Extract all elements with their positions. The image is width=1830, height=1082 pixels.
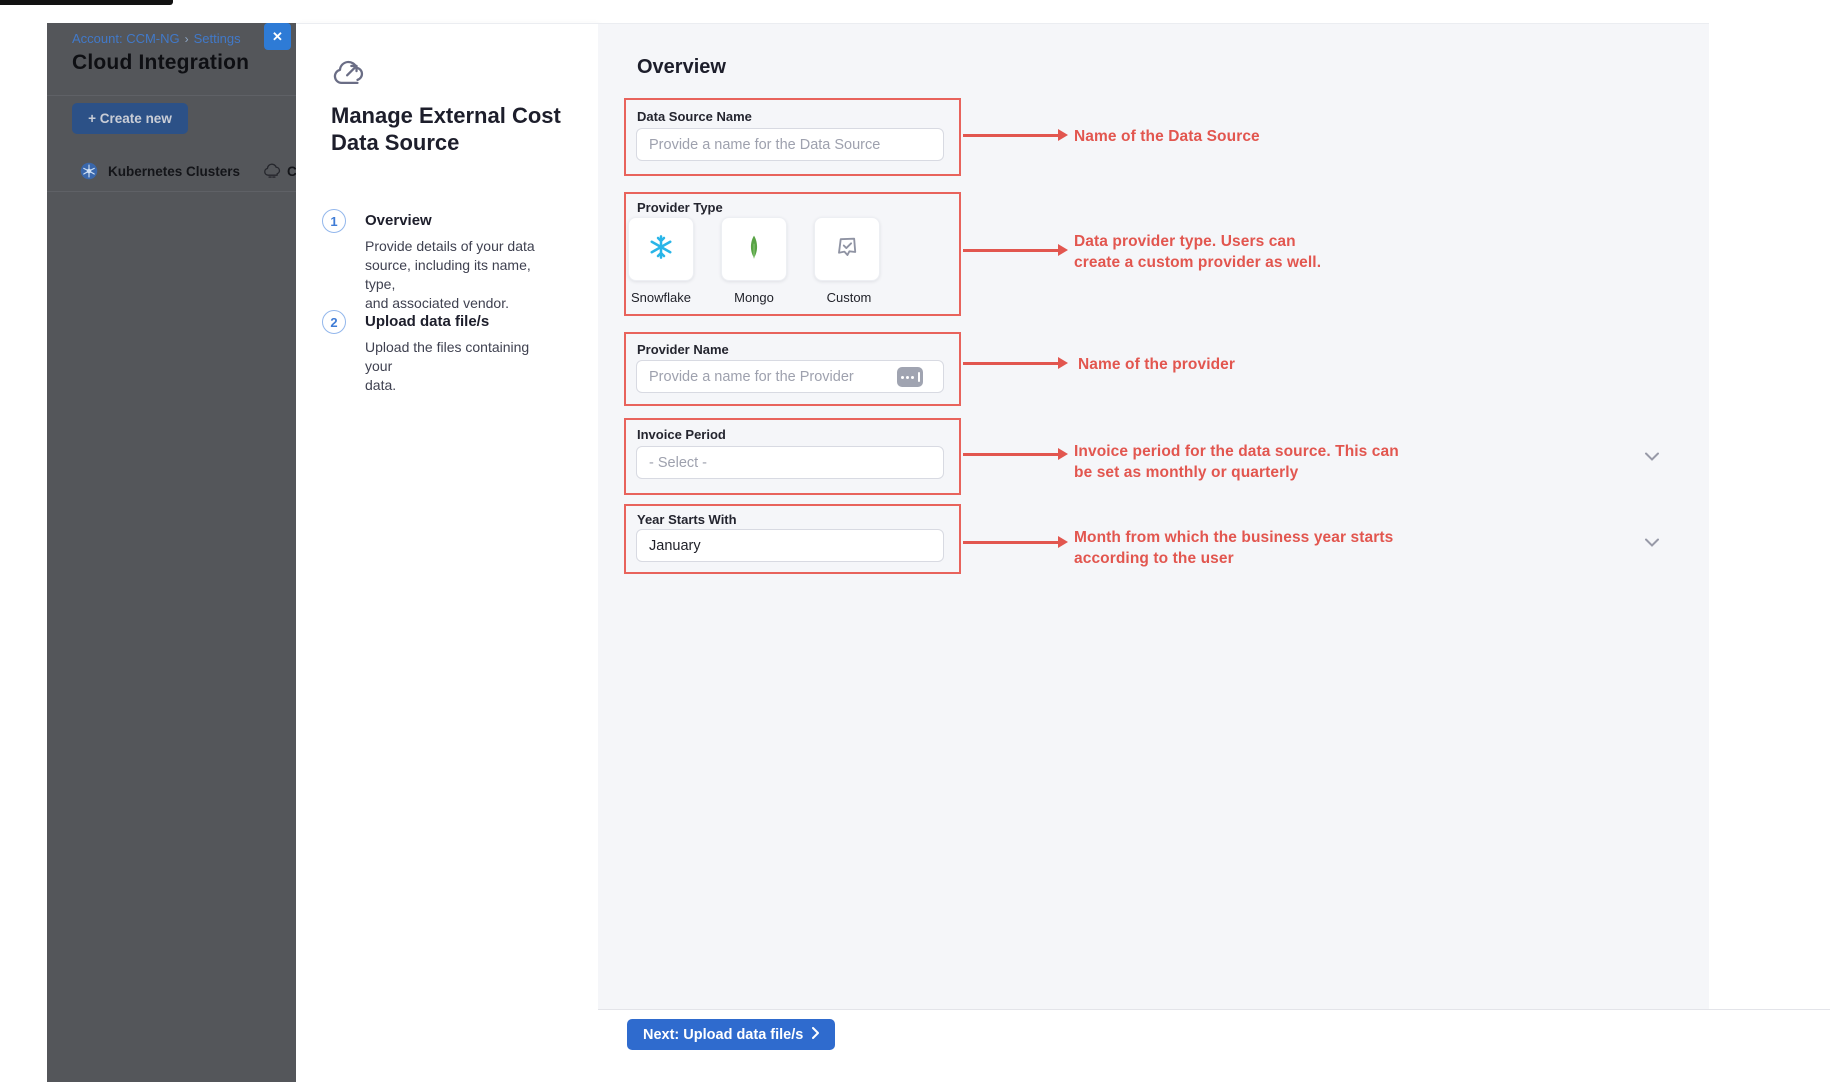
tab-kubernetes-clusters[interactable]: Kubernetes Clusters [47,152,296,190]
runtime-input-selector-icon[interactable] [897,367,923,387]
invoice-period-label: Invoice Period [637,427,726,442]
next-button-label: Next: Upload data file/s [643,1027,803,1043]
step-1-description: Provide details of your data source, inc… [365,237,555,313]
year-starts-with-label: Year Starts With [637,512,737,527]
kubernetes-icon [80,162,98,180]
annotation-arrow-year-starts-with [963,541,1059,544]
custom-template-icon [834,234,860,265]
snowflake-icon [646,232,676,267]
provider-card-mongo[interactable] [721,217,787,281]
provider-type-label: Provider Type [637,200,723,215]
annotation-text-invoice-period: Invoice period for the data source. This… [1074,441,1399,483]
provider-label-custom: Custom [816,290,882,305]
header-divider [47,95,296,96]
window-top-bar [0,0,173,5]
annotation-text-provider-name: Name of the provider [1078,354,1235,375]
tab-row-divider [47,191,296,192]
annotation-text-provider-type: Data provider type. Users can create a c… [1074,231,1321,273]
invoice-period-select[interactable]: - Select - [636,446,944,479]
invoice-period-chevron-down-icon[interactable] [1644,452,1660,461]
annotation-text-year-starts-with: Month from which the business year start… [1074,527,1393,569]
provider-label-snowflake: Snowflake [628,290,694,305]
cloud-upload-icon [330,57,368,94]
step-2-label[interactable]: Upload data file/s [365,313,489,330]
breadcrumb-settings-link[interactable]: Settings [194,31,241,46]
tab-cloud-accounts[interactable]: C [262,160,297,183]
provider-card-snowflake[interactable] [628,217,694,281]
wizard-title: Manage External Cost Data Source [331,102,571,156]
page-title: Cloud Integration [72,51,249,75]
provider-name-label: Provider Name [637,342,729,357]
provider-card-custom[interactable] [814,217,880,281]
cloud-icon [262,160,282,183]
data-source-name-label: Data Source Name [637,109,752,124]
step-1-indicator[interactable]: 1 [322,209,346,233]
year-starts-with-chevron-down-icon[interactable] [1644,538,1660,547]
chevron-right-icon [812,1027,819,1043]
step-1-label[interactable]: Overview [365,212,432,229]
step-2-description: Upload the files containing your data. [365,338,555,395]
data-source-name-input[interactable] [636,128,944,161]
step-2-indicator[interactable]: 2 [322,310,346,334]
annotation-arrow-provider-type [963,249,1059,252]
provider-type-cards [628,217,928,281]
wizard-left-panel [296,23,598,1082]
next-upload-data-button[interactable]: Next: Upload data file/s [627,1019,835,1050]
annotation-text-data-source-name: Name of the Data Source [1074,126,1260,147]
tab-kubernetes-label: Kubernetes Clusters [108,164,240,179]
breadcrumb-account-link[interactable]: Account: CCM-NG [72,31,180,46]
breadcrumb: Account: CCM-NG › Settings [72,31,241,46]
year-starts-with-select[interactable]: January [636,529,944,562]
page-right-margin [1709,23,1830,1009]
close-icon: ✕ [272,29,283,45]
content-heading: Overview [637,56,726,79]
screenshot-canvas: Account: CCM-NG › Settings Cloud Integrati… [0,0,1830,1082]
create-new-button[interactable]: + Create new [72,103,188,134]
annotation-arrow-provider-name [963,362,1059,365]
mongo-leaf-icon [741,234,767,265]
annotation-arrow-invoice-period [963,453,1059,456]
annotation-arrow-data-source-name [963,134,1059,137]
breadcrumb-separator-icon: › [185,32,189,46]
close-button[interactable]: ✕ [264,23,291,50]
provider-label-mongo: Mongo [721,290,787,305]
